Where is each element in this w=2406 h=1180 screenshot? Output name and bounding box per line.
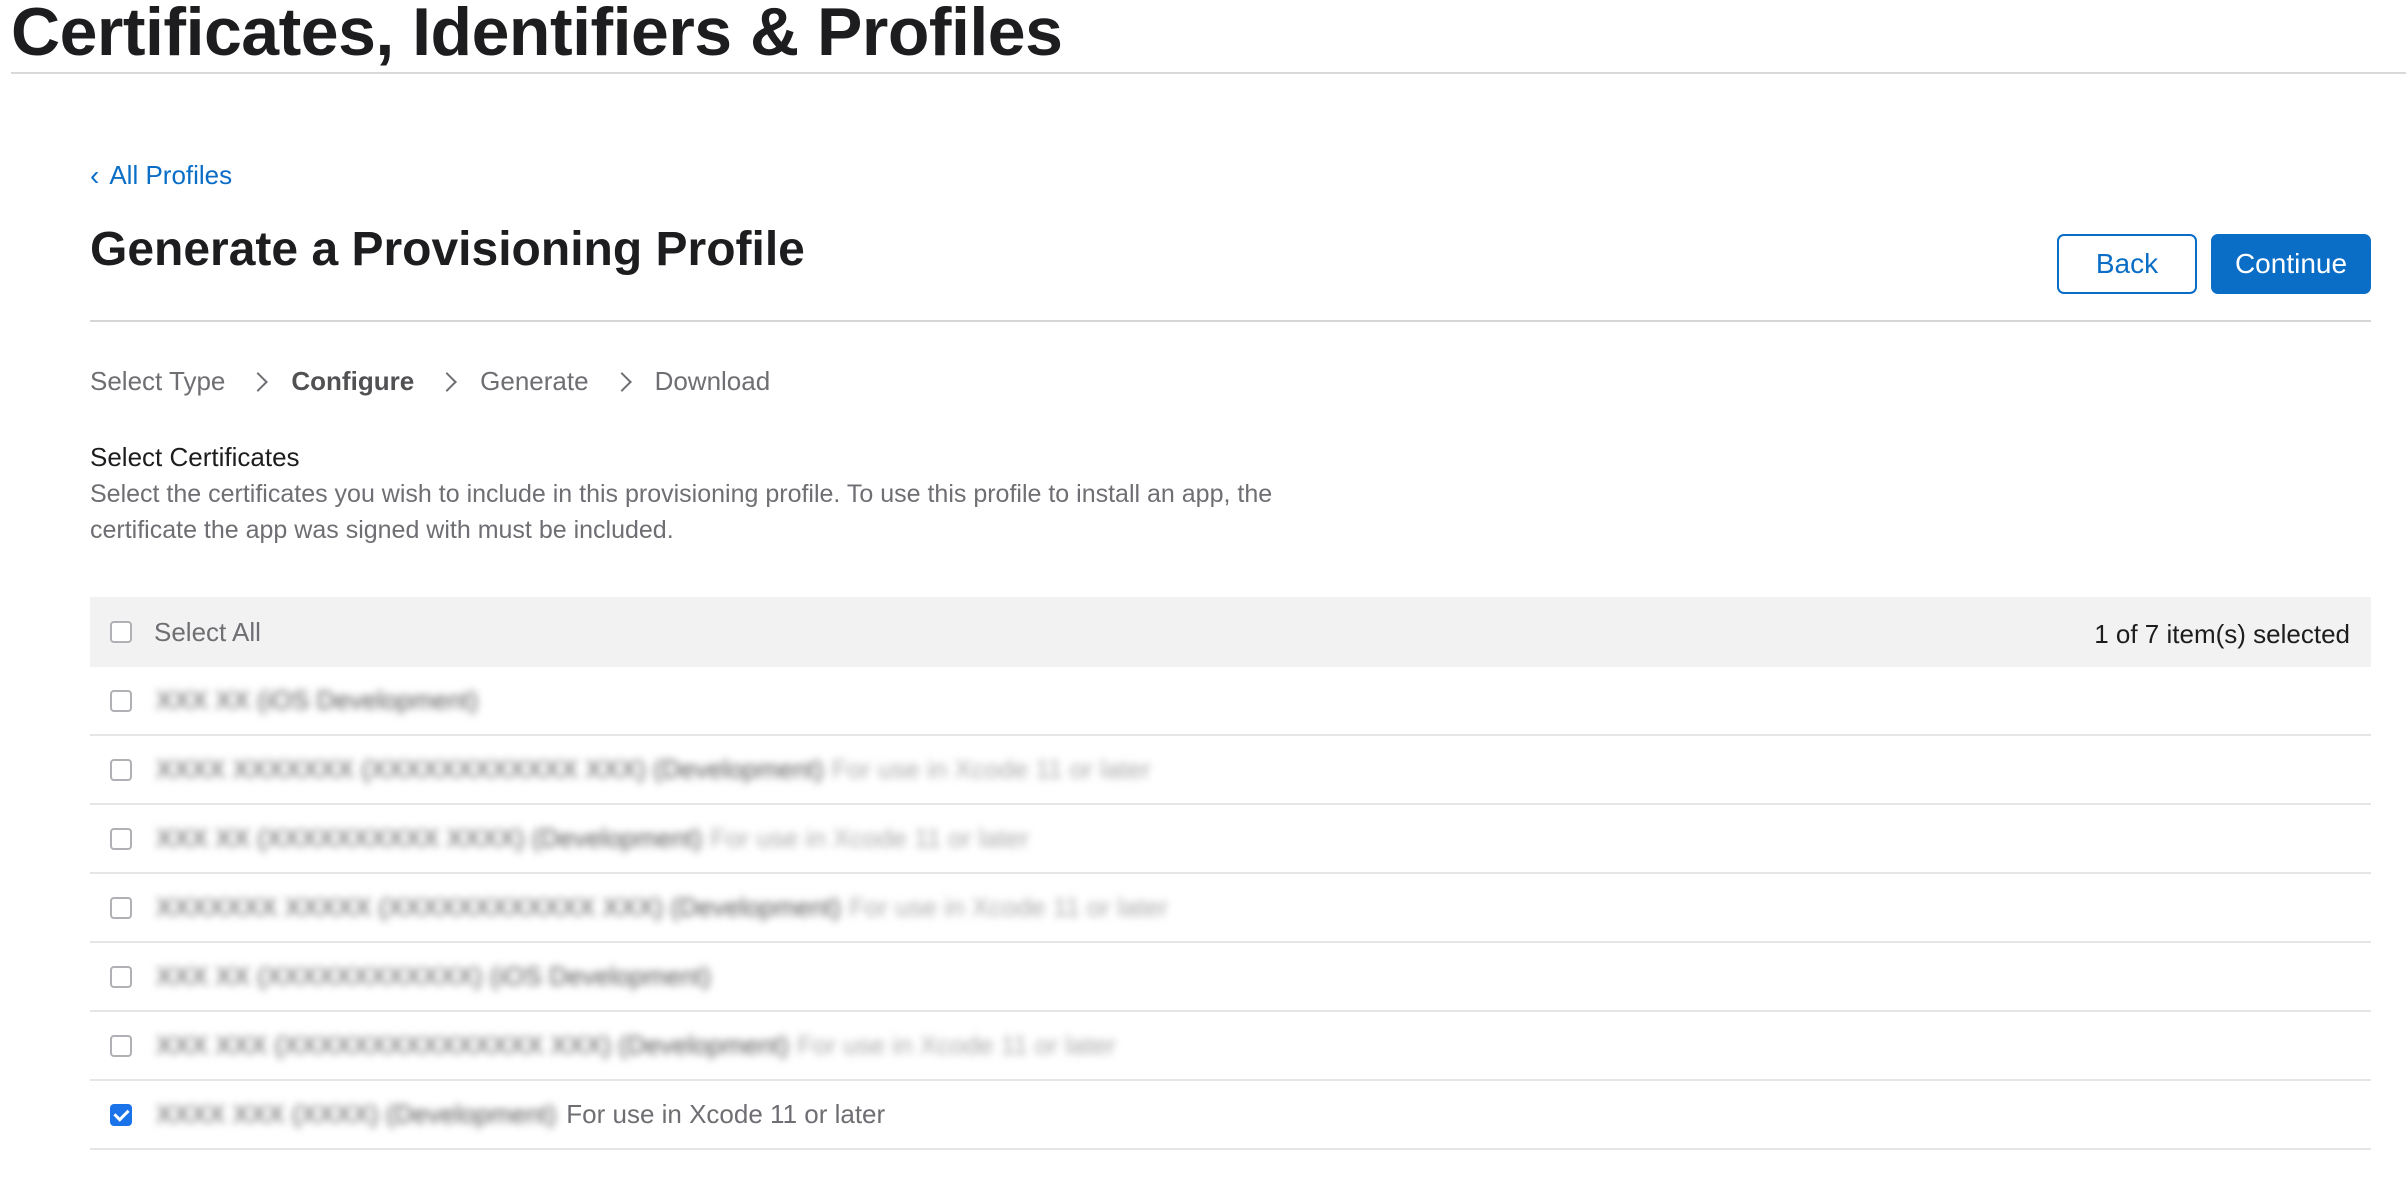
certificate-note: For use in Xcode 11 or later — [710, 823, 1030, 853]
certificate-name: XXX XX (XXXXXXXXXXXX) (iOS Development) — [156, 961, 711, 991]
certificate-row[interactable]: XXX XXX (XXXXXXXXXXXXXXX XXX) (Developme… — [90, 1012, 2371, 1081]
certificate-checkbox[interactable] — [110, 758, 132, 781]
chevron-right-icon — [437, 371, 458, 392]
select-all-checkbox[interactable] — [110, 621, 132, 643]
select-all-label: Select All — [154, 616, 261, 647]
certificate-checkbox[interactable] — [110, 896, 132, 919]
certificate-name: XXXXXXX XXXXX (XXXXXXXXXXXX XXX) (Develo… — [156, 892, 841, 922]
certificate-checkbox[interactable] — [110, 827, 132, 850]
certificate-name: XXX XXX (XXXXXXXXXXXXXXX XXX) (Developme… — [156, 1030, 789, 1060]
certificate-checkbox[interactable] — [110, 965, 132, 988]
back-button[interactable]: Back — [2057, 234, 2197, 294]
certificate-row[interactable]: XXXX XXX (XXXX) (Development) For use in … — [90, 1081, 2371, 1150]
section-description: Select the certificates you wish to incl… — [90, 480, 1273, 544]
chevron-right-icon — [611, 371, 632, 392]
header-divider — [11, 72, 2406, 74]
certificate-row[interactable]: XXXX XXXXXXX (XXXXXXXXXXXX XXX) (Develop… — [90, 736, 2371, 805]
certificate-row[interactable]: XXXXXXX XXXXX (XXXXXXXXXXXX XXX) (Develo… — [90, 874, 2371, 943]
certificate-checkbox[interactable] — [110, 1103, 132, 1126]
certificate-checkbox[interactable] — [110, 689, 132, 712]
app-title: Certificates, Identifiers & Profiles — [11, 0, 1063, 70]
certificate-note: For use in Xcode 11 or later — [848, 892, 1168, 922]
certificate-row[interactable]: XXX XX (XXXXXXXXXX XXXX) (Development) Fo… — [90, 805, 2371, 874]
all-profiles-label: All Profiles — [109, 160, 233, 190]
table-header: Select All 1 of 7 item(s) selected — [90, 597, 2371, 667]
certificate-list: XXX XX (iOS Development) XXXX XXXXXXX (XX… — [90, 667, 2371, 1150]
step-select-type: Select Type — [90, 366, 226, 396]
chevron-left-icon: ‹ — [90, 159, 100, 191]
section-title: Select Certificates — [90, 442, 300, 472]
page-title: Generate a Provisioning Profile — [90, 223, 805, 276]
all-profiles-link[interactable]: ‹ All Profiles — [90, 160, 232, 191]
certificate-name: XXX XX (iOS Development) — [156, 685, 479, 715]
certificate-row[interactable]: XXX XX (iOS Development) — [90, 667, 2371, 736]
certificate-checkbox[interactable] — [110, 1034, 132, 1057]
certificate-note: For use in Xcode 11 or later — [566, 1099, 886, 1129]
wizard-steps: Select Type Configure Generate Download — [90, 366, 770, 397]
step-configure: Configure — [291, 366, 415, 396]
continue-button[interactable]: Continue — [2211, 234, 2371, 294]
selected-count: 1 of 7 item(s) selected — [2094, 619, 2350, 649]
certificate-name: XXXX XXXXXXX (XXXXXXXXXXXX XXX) (Develop… — [156, 754, 824, 784]
step-download: Download — [654, 366, 771, 396]
certificate-name: XXXX XXX (XXXX) (Development) — [156, 1099, 557, 1129]
certificate-name: XXX XX (XXXXXXXXXX XXXX) (Development) — [156, 823, 703, 853]
certificate-row[interactable]: XXX XX (XXXXXXXXXXXX) (iOS Development) — [90, 943, 2371, 1012]
title-divider — [90, 320, 2371, 322]
certificates-table: Select All 1 of 7 item(s) selected XXX X… — [90, 597, 2371, 1150]
step-generate: Generate — [480, 366, 589, 396]
chevron-right-icon — [248, 371, 269, 392]
certificate-note: For use in Xcode 11 or later — [831, 754, 1151, 784]
certificate-note: For use in Xcode 11 or later — [796, 1030, 1116, 1060]
